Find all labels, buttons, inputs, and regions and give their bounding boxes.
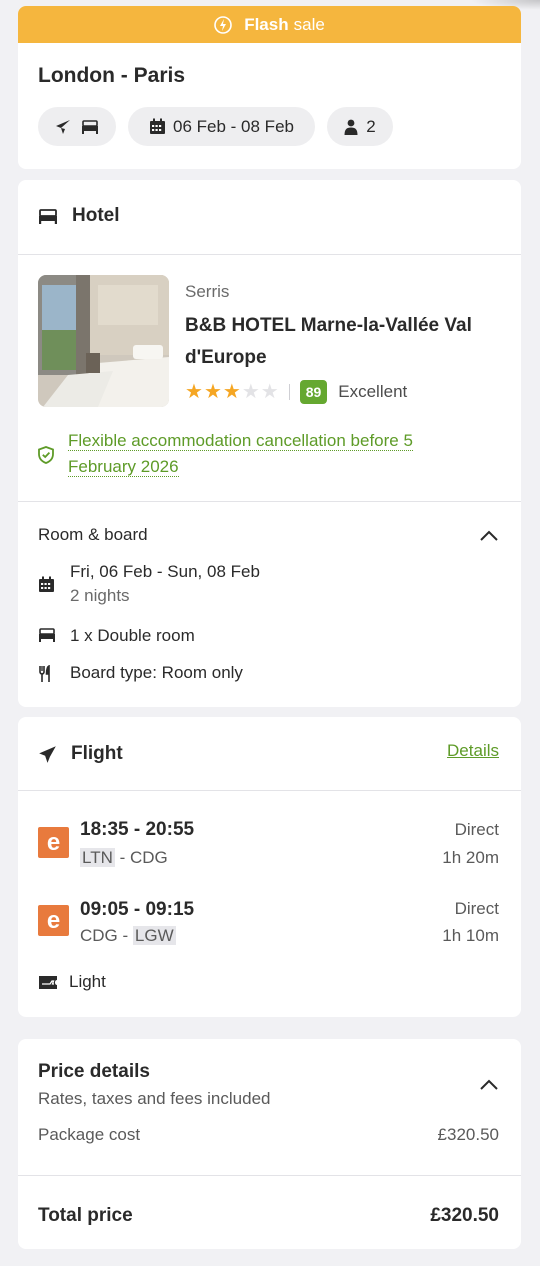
luggage-ticket-icon xyxy=(39,975,57,989)
hotel-photo[interactable] xyxy=(38,275,169,407)
route-title: London - Paris xyxy=(38,64,185,87)
hotel-room-image xyxy=(38,275,169,407)
plane-icon xyxy=(39,745,56,763)
star-icon: ★ xyxy=(241,381,260,403)
departure-airport: LTN xyxy=(80,848,115,867)
board-type: Board type: Room only xyxy=(70,663,243,682)
star-icon: ★ xyxy=(260,381,279,403)
total-price-label: Total price xyxy=(38,1205,133,1226)
airline-logo: e xyxy=(38,827,69,858)
score-label: Excellent xyxy=(338,382,408,401)
total-price-value: £320.50 xyxy=(430,1205,499,1226)
divider xyxy=(18,790,521,791)
leg-airports: CDG - LGW xyxy=(80,926,176,945)
divider xyxy=(18,254,521,255)
leg-time: 09:05 - 09:15 xyxy=(80,899,195,920)
room-type: 1 x Double room xyxy=(70,626,195,645)
room-board-title: Room & board xyxy=(38,525,148,544)
bed-icon xyxy=(39,208,57,224)
price-title: Price details xyxy=(38,1061,150,1082)
stay-nights: 2 nights xyxy=(70,586,130,605)
bed-icon xyxy=(82,119,98,134)
calendar-icon xyxy=(39,576,54,592)
cancellation-text: Flexible accommodation cancellation befo… xyxy=(68,431,413,477)
rating-separator xyxy=(288,384,290,400)
score-badge: 89 xyxy=(299,380,328,404)
divider xyxy=(18,1175,521,1176)
flight-card: Flight Details e 18:35 - 20:55 LTN - CDG… xyxy=(18,717,521,1017)
leg-time: 18:35 - 20:55 xyxy=(80,819,195,840)
hotel-location: Serris xyxy=(185,282,230,301)
travellers-chip[interactable]: 2 xyxy=(327,107,393,146)
leg-type: Direct xyxy=(454,820,499,839)
hotel-name[interactable]: B&B HOTEL Marne-la-Vallée Val d'Europe xyxy=(185,310,505,374)
arrival-airport: LGW xyxy=(132,926,176,945)
chevron-up-icon[interactable] xyxy=(479,530,499,542)
plane-icon xyxy=(56,119,70,134)
dates-label: 06 Feb - 08 Feb xyxy=(173,116,294,136)
board-row: Board type: Room only xyxy=(38,663,243,683)
arrival-airport: CDG xyxy=(129,848,168,867)
fare-type: Light xyxy=(69,972,106,991)
stay-dates-row: Fri, 06 Feb - Sun, 08 Feb 2 nights xyxy=(38,562,260,606)
trip-summary-card: Flash sale London - Paris 06 Feb - 08 Fe… xyxy=(18,6,521,169)
stay-dates: Fri, 06 Feb - Sun, 08 Feb xyxy=(70,562,260,581)
leg-duration: 1h 10m xyxy=(442,926,499,945)
shield-check-icon xyxy=(38,446,54,464)
flight-section-header: Flight xyxy=(38,743,123,765)
leg-type: Direct xyxy=(454,899,499,918)
room-row: 1 x Double room xyxy=(38,626,195,646)
cancellation-policy[interactable]: Flexible accommodation cancellation befo… xyxy=(38,428,463,480)
leg-duration: 1h 20m xyxy=(442,848,499,867)
person-icon xyxy=(344,119,358,135)
chevron-up-icon[interactable] xyxy=(479,1079,499,1091)
hotel-section-header: Hotel xyxy=(38,205,120,227)
star-icon: ★ xyxy=(185,381,203,403)
fare-type-row: Light xyxy=(38,972,106,992)
banner-bold-text: Flash xyxy=(244,14,289,34)
travellers-count: 2 xyxy=(366,116,376,136)
flight-section-title: Flight xyxy=(71,743,123,764)
package-cost-value: £320.50 xyxy=(437,1125,499,1144)
package-cost-label: Package cost xyxy=(38,1125,141,1144)
dates-chip[interactable]: 06 Feb - 08 Feb xyxy=(128,107,315,146)
leg-airports: LTN - CDG xyxy=(80,848,168,867)
star-icon: ★ xyxy=(222,381,241,403)
hotel-card: Hotel Serris B&B HOTEL Marne-la-Vallée V… xyxy=(18,180,521,707)
lightning-tag-icon xyxy=(214,15,233,34)
bed-icon xyxy=(39,628,55,642)
airline-logo: e xyxy=(38,905,69,936)
divider xyxy=(18,501,521,502)
hotel-section-title: Hotel xyxy=(72,205,120,226)
price-details-card: Price details Rates, taxes and fees incl… xyxy=(18,1039,521,1249)
cutlery-icon xyxy=(39,665,50,682)
calendar-icon xyxy=(150,118,166,134)
hotel-rating: ★ ★ ★ ★ ★ 89 Excellent xyxy=(185,380,407,404)
star-icon: ★ xyxy=(203,381,222,403)
banner-text: sale xyxy=(293,14,325,34)
price-subtitle: Rates, taxes and fees included xyxy=(38,1089,271,1108)
trip-type-chip[interactable] xyxy=(38,107,116,146)
flight-details-link[interactable]: Details xyxy=(447,741,499,761)
departure-airport: CDG xyxy=(80,926,118,945)
flash-sale-banner: Flash sale xyxy=(18,6,521,43)
